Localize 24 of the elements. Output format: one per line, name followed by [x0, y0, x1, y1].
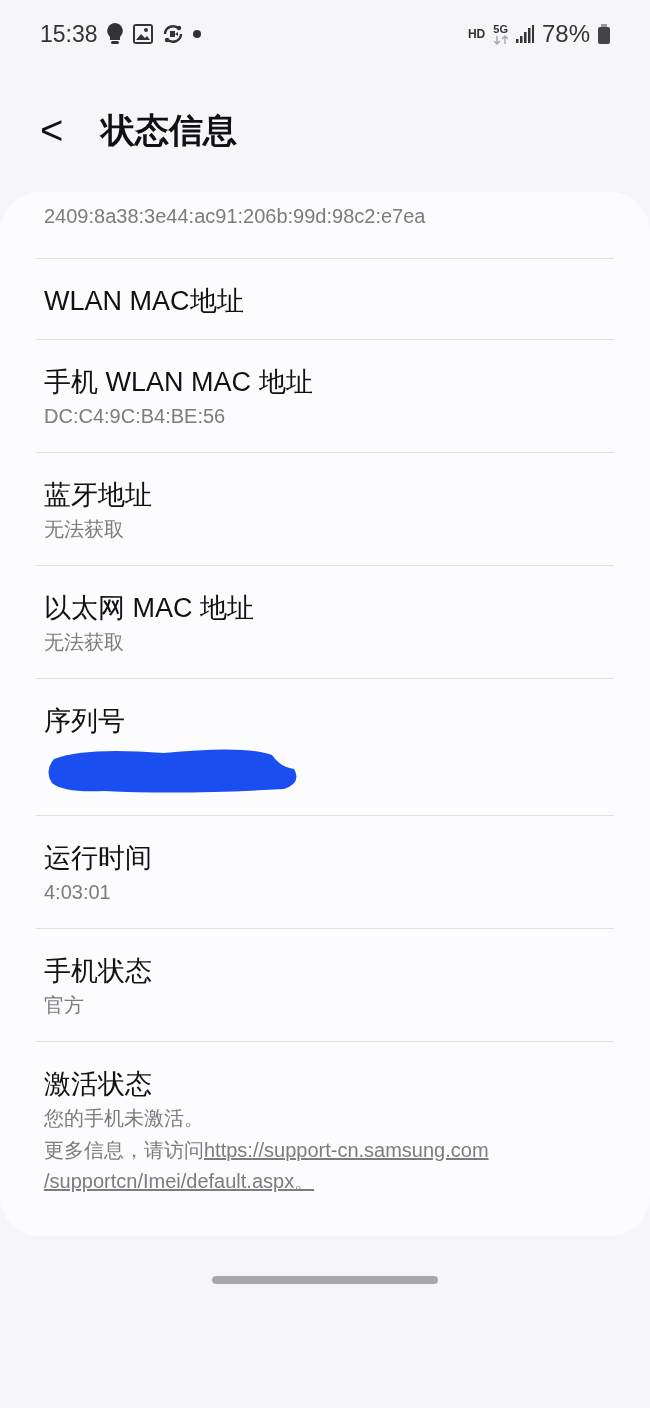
- setting-value: 4:03:01: [44, 880, 111, 905]
- support-link[interactable]: /supportcn/Imei/default.aspx。: [44, 1170, 315, 1192]
- network-type-label: 5G: [493, 23, 508, 35]
- setting-value: 无法获取: [44, 517, 124, 542]
- setting-value: 2409:8a38:3e44:ac91:206b:99d:98c2:e7ea: [44, 204, 426, 229]
- battery-text: 78%: [541, 19, 590, 49]
- info-text: 更多信息，请访问: [44, 1138, 204, 1163]
- setting-title: 手机状态: [44, 955, 152, 988]
- setting-title: WLAN MAC地址: [44, 285, 244, 318]
- setting-title: 激活状态: [44, 1068, 152, 1101]
- setting-value: 无法获取: [44, 630, 124, 655]
- setting-title: 以太网 MAC 地址: [44, 592, 254, 625]
- setting-title: 序列号: [44, 705, 125, 738]
- clock-text: 15:38: [40, 19, 98, 49]
- page-title: 状态信息: [101, 109, 238, 151]
- setting-value: 官方: [44, 993, 84, 1018]
- support-link[interactable]: https://support-cn.samsung.com: [204, 1139, 489, 1161]
- setting-title: 蓝牙地址: [44, 479, 152, 512]
- setting-value: DC:C4:9C:B4:BE:56: [44, 404, 226, 429]
- setting-value: 您的手机未激活。: [44, 1106, 204, 1131]
- back-button[interactable]: <: [40, 110, 64, 150]
- setting-title: 运行时间: [44, 842, 152, 875]
- setting-title: 手机 WLAN MAC 地址: [44, 366, 313, 399]
- network-label: HD: [467, 26, 486, 43]
